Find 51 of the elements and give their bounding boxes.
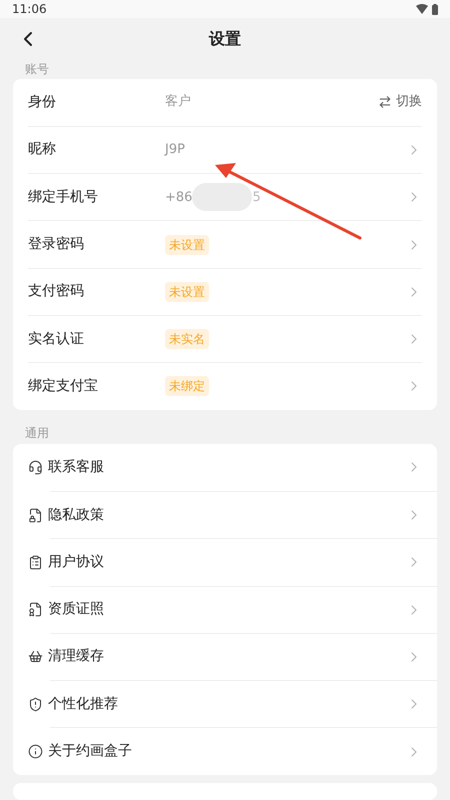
settings-row[interactable]: 隐私政策 [28,492,437,538]
row-label: 清理缓存 [48,647,105,666]
info-icon [28,744,43,760]
settings-row[interactable]: 资质证照 [28,586,437,633]
settings-row[interactable]: 登录密码 未设置 [28,220,422,268]
row-value: 5 [252,188,261,207]
row-label: 身份 [28,92,57,112]
page-title: 设置 [209,28,241,50]
section-label: 账号 [25,60,50,78]
status-tag: 未设置 [165,282,209,302]
row-value: J9P [165,141,185,160]
redaction-blur [192,183,252,212]
settings-row[interactable]: 身份 客户 切换 [28,78,422,126]
row-label: 支付密码 [28,282,85,302]
row-label: 联系客服 [48,458,105,477]
clipboard-icon [28,554,43,570]
settings-row[interactable]: 实名认证 未实名 [28,315,422,362]
row-value: 客户 [165,93,191,112]
wifi-icon [416,4,428,14]
settings-row[interactable]: 绑定支付宝 未绑定 [28,362,422,410]
switch-icon [378,95,392,110]
section-label: 通用 [25,424,50,442]
battery-icon [432,4,438,14]
settings-row[interactable]: 支付密码 未设置 [28,268,422,316]
row-label: 关于约画盒子 [48,742,133,762]
shield-icon [28,696,43,712]
status-time: 11:06 [12,1,47,18]
settings-row[interactable]: 关于约画盒子 [28,728,437,775]
row-label: 个性化推荐 [48,694,119,714]
row-value: +86 [165,188,192,207]
row-label: 隐私政策 [48,506,105,525]
row-label: 昵称 [28,140,57,160]
row-label: 用户协议 [48,552,105,572]
row-label: 绑定手机号 [28,188,99,207]
settings-row[interactable]: 个性化推荐 [28,681,437,728]
status-tag: 未实名 [165,329,209,350]
settings-row[interactable]: 联系客服 [13,444,437,491]
status-tag: 未绑定 [165,376,209,396]
settings-row[interactable]: 用户协议 [28,539,437,586]
row-label: 实名认证 [28,330,85,349]
row-label: 资质证照 [48,600,105,620]
settings-row[interactable]: 清理缓存 [28,634,437,680]
certificate-icon [28,602,43,618]
document-lock-icon [28,508,43,523]
row-label: 绑定支付宝 [28,376,99,396]
basket-icon [28,649,43,664]
status-tag: 未设置 [165,234,209,255]
switch-link[interactable]: 切换 [396,92,422,112]
row-label: 登录密码 [28,235,85,254]
headset-icon [28,460,43,475]
settings-row[interactable]: 绑定手机号 +86 5 [28,173,422,220]
